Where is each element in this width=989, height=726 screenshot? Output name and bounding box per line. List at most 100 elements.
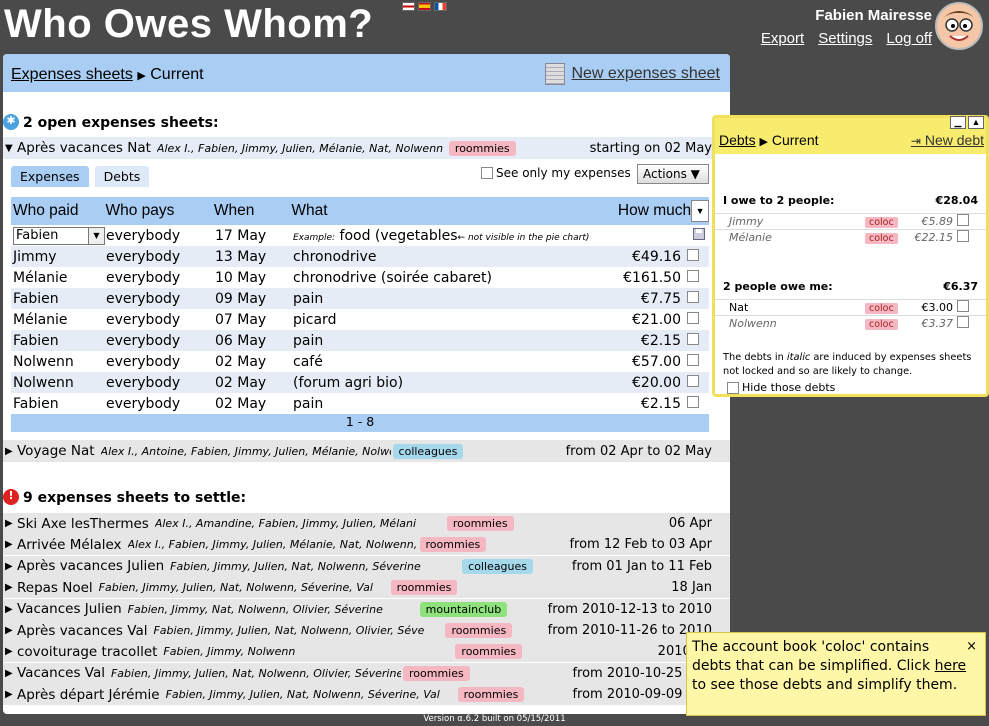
new-sheet-link-group[interactable]: New expenses sheet (545, 63, 720, 85)
sheet-members: Alex I., Antoine, Fabien, Jimmy, Julien,… (100, 444, 391, 458)
debt-row[interactable]: Nolwenn coloc €3.37 (715, 315, 986, 331)
sheet-name[interactable]: Après vacances Julien (17, 558, 164, 574)
tab-expenses[interactable]: Expenses (11, 166, 89, 187)
expand-arrow-icon[interactable]: ▶ (5, 561, 17, 572)
settle-sheet-row[interactable]: ▶ Repas Noel Fabien, Jimmy, Julien, Nat, N… (3, 577, 730, 600)
expand-arrow-icon[interactable]: ▶ (5, 539, 17, 550)
chevron-down-icon[interactable]: ▼ (88, 227, 104, 244)
debt-row[interactable]: Nat coloc €3.00 (715, 299, 986, 315)
settle-sheet-row[interactable]: ▶ Vacances Julien Fabien, Jimmy, Nat, Nolw… (3, 598, 730, 621)
sheet-name[interactable]: Après vacances Nat (17, 140, 151, 156)
french-flag-icon[interactable] (434, 2, 447, 11)
settle-sheet-row[interactable]: ▶ covoiturage tracollet Fabien, Jimmy, Nol… (3, 641, 730, 664)
sheet-name[interactable]: Repas Noel (17, 580, 93, 596)
close-icon[interactable]: × (966, 637, 977, 656)
expand-arrow-icon[interactable]: ▶ (5, 668, 17, 679)
breadcrumb-expenses-sheets[interactable]: Expenses sheets (11, 66, 133, 83)
expand-arrow-icon[interactable]: ▶ (5, 518, 17, 529)
expand-arrow-icon[interactable]: ▶ (5, 582, 17, 593)
sheet-name[interactable]: Arrivée Mélalex (17, 537, 122, 553)
row-checkbox[interactable] (687, 248, 699, 261)
hide-debts-toggle[interactable]: Hide those debts (727, 381, 835, 394)
open-sheet-row-0[interactable]: ▼ Après vacances Nat Alex I., Fabien, Ji… (3, 137, 730, 159)
settle-sheet-row[interactable]: ▶ Après vacances Val Fabien, Jimmy, Julien… (3, 620, 730, 642)
column-menu-icon[interactable]: ▼ (691, 200, 709, 222)
sheet-name[interactable]: Vacances Julien (17, 601, 122, 617)
debt-checkbox[interactable] (957, 316, 969, 328)
settle-sheet-row[interactable]: ▶ Après départ Jérémie Fabien, Jimmy, Juli… (3, 684, 730, 707)
table-row[interactable]: Fabien everybody 09 May pain €7.75 (11, 288, 709, 309)
notice-here-link[interactable]: here (935, 658, 967, 674)
row-checkbox[interactable] (687, 311, 699, 324)
english-flag-icon[interactable] (402, 2, 415, 11)
debt-checkbox[interactable] (957, 230, 969, 242)
table-row[interactable]: Jimmy everybody 13 May chronodrive €49.16 (11, 246, 709, 267)
new-who-pays-input[interactable]: everybody (106, 228, 215, 244)
col-how-much[interactable]: How much (610, 202, 691, 220)
debt-row[interactable]: Mélanie coloc €22.15 (715, 229, 986, 245)
sheet-name[interactable]: Après vacances Val (17, 623, 147, 639)
table-row[interactable]: Fabien everybody 02 May pain €2.15 (11, 393, 709, 414)
sheet-members: Fabien, Jimmy, Nat, Nolwenn, Olivier, Sé… (127, 602, 383, 616)
who-paid-select[interactable]: Fabien ▼ (13, 226, 105, 245)
see-only-mine-toggle[interactable]: See only my expenses (481, 166, 631, 180)
cell-amount: €161.50 (623, 269, 681, 286)
new-debt-link[interactable]: ⇥ New debt (911, 132, 984, 148)
export-link[interactable]: Export (761, 30, 804, 47)
debt-row[interactable]: Jimmy coloc €5.89 (715, 213, 986, 229)
sheet-name[interactable]: Après départ Jérémie (17, 687, 160, 703)
table-row[interactable]: Mélanie everybody 07 May picard €21.00 (11, 309, 709, 330)
row-checkbox[interactable] (687, 353, 699, 366)
row-checkbox[interactable] (687, 374, 699, 387)
row-checkbox[interactable] (687, 269, 699, 282)
sheet-name[interactable]: covoiturage tracollet (17, 644, 157, 660)
spanish-flag-icon[interactable] (418, 2, 431, 11)
expand-arrow-icon[interactable]: ▶ (5, 646, 17, 657)
settle-sheet-row[interactable]: ▶ Après vacances Julien Fabien, Jimmy, Jul… (3, 555, 730, 578)
col-what[interactable]: What (291, 202, 609, 220)
table-row[interactable]: Nolwenn everybody 02 May café €57.00 (11, 351, 709, 372)
cell-when: 02 May (215, 374, 267, 391)
open-sheet-row-1[interactable]: ▶ Voyage Nat Alex I., Antoine, Fabien, J… (3, 440, 730, 462)
cell-when: 02 May (215, 353, 267, 370)
tab-debts[interactable]: Debts (94, 166, 150, 187)
logoff-link[interactable]: Log off (886, 30, 932, 47)
debt-checkbox[interactable] (957, 300, 969, 312)
collapse-arrow-icon[interactable]: ▼ (5, 143, 17, 154)
col-who-paid[interactable]: Who paid (11, 202, 105, 220)
debts-breadcrumb-link[interactable]: Debts (719, 132, 756, 148)
expand-arrow-icon[interactable]: ▶ (5, 689, 17, 700)
expand-arrow-icon[interactable]: ▶ (5, 625, 17, 636)
table-row[interactable]: Fabien everybody 06 May pain €2.15 (11, 330, 709, 351)
table-row[interactable]: Mélanie everybody 10 May chronodrive (soiré… (11, 267, 709, 288)
row-checkbox[interactable] (687, 290, 699, 303)
new-expenses-sheet-link[interactable]: New expenses sheet (571, 65, 720, 83)
settle-sheet-row[interactable]: ▶ Arrivée Mélalex Alex I., Fabien, Jimmy, … (3, 534, 730, 557)
sheet-name[interactable]: Vacances Val (17, 665, 105, 681)
cell-when: 09 May (215, 290, 267, 307)
table-row[interactable]: Nolwenn everybody 02 May (forum agri bio) €2… (11, 372, 709, 393)
settle-sheet-row[interactable]: ▶ Vacances Val Fabien, Jimmy, Julien, Nat,… (3, 662, 730, 685)
row-checkbox-cell (681, 311, 703, 328)
settings-link[interactable]: Settings (818, 30, 872, 47)
settle-sheet-row[interactable]: ▶ Ski Axe lesThermes Alex I., Amandine, Fa… (3, 513, 730, 535)
debt-person: Nolwenn (729, 317, 777, 330)
new-when-input[interactable]: 17 May (215, 228, 293, 244)
col-when[interactable]: When (214, 202, 292, 220)
sheet-name[interactable]: Voyage Nat (17, 443, 95, 459)
sheet-name[interactable]: Ski Axe lesThermes (17, 516, 149, 532)
row-checkbox[interactable] (687, 332, 699, 345)
col-who-pays[interactable]: Who pays (105, 202, 213, 220)
save-icon[interactable] (687, 227, 709, 244)
row-checkbox[interactable] (687, 395, 699, 408)
debt-checkbox[interactable] (957, 214, 969, 226)
actions-button[interactable]: Actions ▼ (637, 164, 709, 184)
see-only-mine-checkbox[interactable] (481, 167, 493, 179)
expand-arrow-icon[interactable]: ▶ (5, 446, 17, 457)
minimize-icon[interactable]: ▁ (950, 116, 966, 129)
expand-arrow-icon[interactable]: ▶ (5, 604, 17, 615)
hide-debts-checkbox[interactable] (727, 381, 739, 394)
new-what-input[interactable]: Example: food (vegetables← not visible i… (293, 228, 683, 244)
collapse-icon[interactable]: ▲ (968, 116, 984, 129)
debts-breadcrumb-current: Current (771, 132, 819, 148)
